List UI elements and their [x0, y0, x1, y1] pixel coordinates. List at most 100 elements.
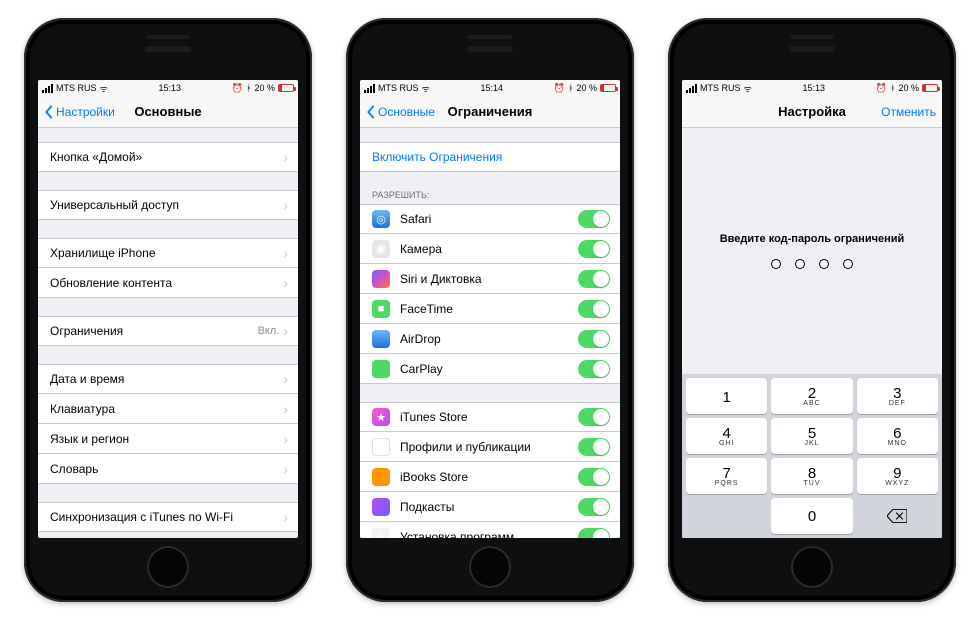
battery-icon [278, 84, 294, 92]
toggle-switch[interactable] [578, 300, 610, 318]
toggle-switch[interactable] [578, 240, 610, 258]
row-enable-restrictions[interactable]: Включить Ограничения [360, 142, 620, 172]
row-allow-podcasts[interactable]: Подкасты [360, 492, 620, 522]
row-itunes-wifi-sync[interactable]: Синхронизация с iTunes по Wi-Fi › [38, 502, 298, 532]
nav-bar: Настройка Отменить [682, 96, 942, 128]
screen: MTS RUS ᯤ 15:13 ⏰ ᚼ 20 % Настройки Основ… [38, 80, 298, 538]
toggle-switch[interactable] [578, 468, 610, 486]
back-button[interactable]: Настройки [44, 105, 115, 119]
chevron-right-icon: › [283, 246, 288, 260]
row-allow-facetime[interactable]: ■ FaceTime [360, 294, 620, 324]
toggle-switch[interactable] [578, 210, 610, 228]
passcode-dot [795, 259, 805, 269]
back-label: Основные [378, 105, 435, 119]
passcode-dot [843, 259, 853, 269]
settings-list[interactable]: Кнопка «Домой» › Универсальный доступ › … [38, 128, 298, 538]
row-allow-camera[interactable]: ▣ Камера [360, 234, 620, 264]
row-dictionary[interactable]: Словарь › [38, 454, 298, 484]
toggle-switch[interactable] [578, 330, 610, 348]
alarm-icon: ⏰ [876, 83, 887, 94]
toggle-switch[interactable] [578, 528, 610, 539]
battery-icon [922, 84, 938, 92]
row-allow-ibooks-store[interactable]: iBooks Store [360, 462, 620, 492]
toggle-switch[interactable] [578, 360, 610, 378]
status-time: 15:13 [803, 83, 826, 93]
key-8[interactable]: 8TUV [771, 458, 852, 494]
row-accessibility[interactable]: Универсальный доступ › [38, 190, 298, 220]
chevron-right-icon: › [283, 324, 288, 338]
key-2[interactable]: 2ABC [771, 378, 852, 414]
toggle-switch[interactable] [578, 270, 610, 288]
row-background-refresh[interactable]: Обновление контента › [38, 268, 298, 298]
key-3[interactable]: 3DEF [857, 378, 938, 414]
alarm-icon: ⏰ [554, 83, 565, 94]
battery-pct: 20 % [254, 83, 275, 93]
chevron-left-icon [366, 105, 376, 119]
music-profiles-icon: ♪ [372, 438, 390, 456]
key-6[interactable]: 6MNO [857, 418, 938, 454]
carrier-label: MTS RUS [378, 83, 419, 93]
row-keyboard[interactable]: Клавиатура › [38, 394, 298, 424]
row-home-button[interactable]: Кнопка «Домой» › [38, 142, 298, 172]
key-delete[interactable] [857, 498, 938, 534]
appstore-icon: A [372, 528, 390, 539]
row-allow-siri[interactable]: Siri и Диктовка [360, 264, 620, 294]
row-allow-itunes-store[interactable]: ★ iTunes Store [360, 402, 620, 432]
nav-bar: Настройки Основные [38, 96, 298, 128]
group-header-allow: РАЗРЕШИТЬ: [360, 190, 620, 204]
back-label: Настройки [56, 105, 115, 119]
row-language-region[interactable]: Язык и регион › [38, 424, 298, 454]
phone-restrictions: MTS RUS ᯤ 15:14 ⏰ ᚼ 20 % Основные Ограни… [346, 18, 634, 602]
bluetooth-icon: ᚼ [568, 83, 573, 93]
numeric-keypad: 1 2ABC 3DEF 4GHI 5JKL 6MNO 7PQRS 8TUV 9W… [682, 374, 942, 538]
battery-pct: 20 % [576, 83, 597, 93]
key-5[interactable]: 5JKL [771, 418, 852, 454]
status-time: 15:13 [159, 83, 182, 93]
toggle-switch[interactable] [578, 408, 610, 426]
row-allow-profiles[interactable]: ♪ Профили и публикации [360, 432, 620, 462]
key-9[interactable]: 9WXYZ [857, 458, 938, 494]
key-7[interactable]: 7PQRS [686, 458, 767, 494]
siri-icon [372, 270, 390, 288]
toggle-switch[interactable] [578, 498, 610, 516]
chevron-right-icon: › [283, 402, 288, 416]
cancel-button[interactable]: Отменить [881, 105, 936, 119]
safari-icon: ◎ [372, 210, 390, 228]
wifi-icon: ᯤ [100, 82, 108, 95]
itunes-store-icon: ★ [372, 408, 390, 426]
passcode-dots [771, 259, 853, 269]
chevron-right-icon: › [283, 198, 288, 212]
toggle-switch[interactable] [578, 438, 610, 456]
row-allow-install-apps[interactable]: A Установка программ [360, 522, 620, 538]
battery-icon [600, 84, 616, 92]
chevron-right-icon: › [283, 462, 288, 476]
battery-pct: 20 % [898, 83, 919, 93]
status-bar: MTS RUS ᯤ 15:13 ⏰ ᚼ 20 % [682, 80, 942, 96]
chevron-right-icon: › [283, 432, 288, 446]
facetime-icon: ■ [372, 300, 390, 318]
key-0[interactable]: 0 [771, 498, 852, 534]
alarm-icon: ⏰ [232, 83, 243, 94]
cell-signal-icon [686, 84, 697, 93]
row-iphone-storage[interactable]: Хранилище iPhone › [38, 238, 298, 268]
passcode-dot [819, 259, 829, 269]
key-4[interactable]: 4GHI [686, 418, 767, 454]
row-value: Вкл. [258, 325, 280, 337]
row-allow-safari[interactable]: ◎ Safari [360, 204, 620, 234]
row-date-time[interactable]: Дата и время › [38, 364, 298, 394]
backspace-icon [887, 509, 907, 523]
podcasts-icon [372, 498, 390, 516]
row-allow-airdrop[interactable]: AirDrop [360, 324, 620, 354]
key-blank [686, 498, 767, 534]
status-bar: MTS RUS ᯤ 15:13 ⏰ ᚼ 20 % [38, 80, 298, 96]
row-allow-carplay[interactable]: CarPlay [360, 354, 620, 384]
row-restrictions[interactable]: Ограничения Вкл. › [38, 316, 298, 346]
airdrop-icon [372, 330, 390, 348]
phone-general-settings: MTS RUS ᯤ 15:13 ⏰ ᚼ 20 % Настройки Основ… [24, 18, 312, 602]
status-bar: MTS RUS ᯤ 15:14 ⏰ ᚼ 20 % [360, 80, 620, 96]
back-button[interactable]: Основные [366, 105, 435, 119]
carrier-label: MTS RUS [56, 83, 97, 93]
key-1[interactable]: 1 [686, 378, 767, 414]
carrier-label: MTS RUS [700, 83, 741, 93]
restrictions-list[interactable]: Включить Ограничения РАЗРЕШИТЬ: ◎ Safari… [360, 128, 620, 538]
